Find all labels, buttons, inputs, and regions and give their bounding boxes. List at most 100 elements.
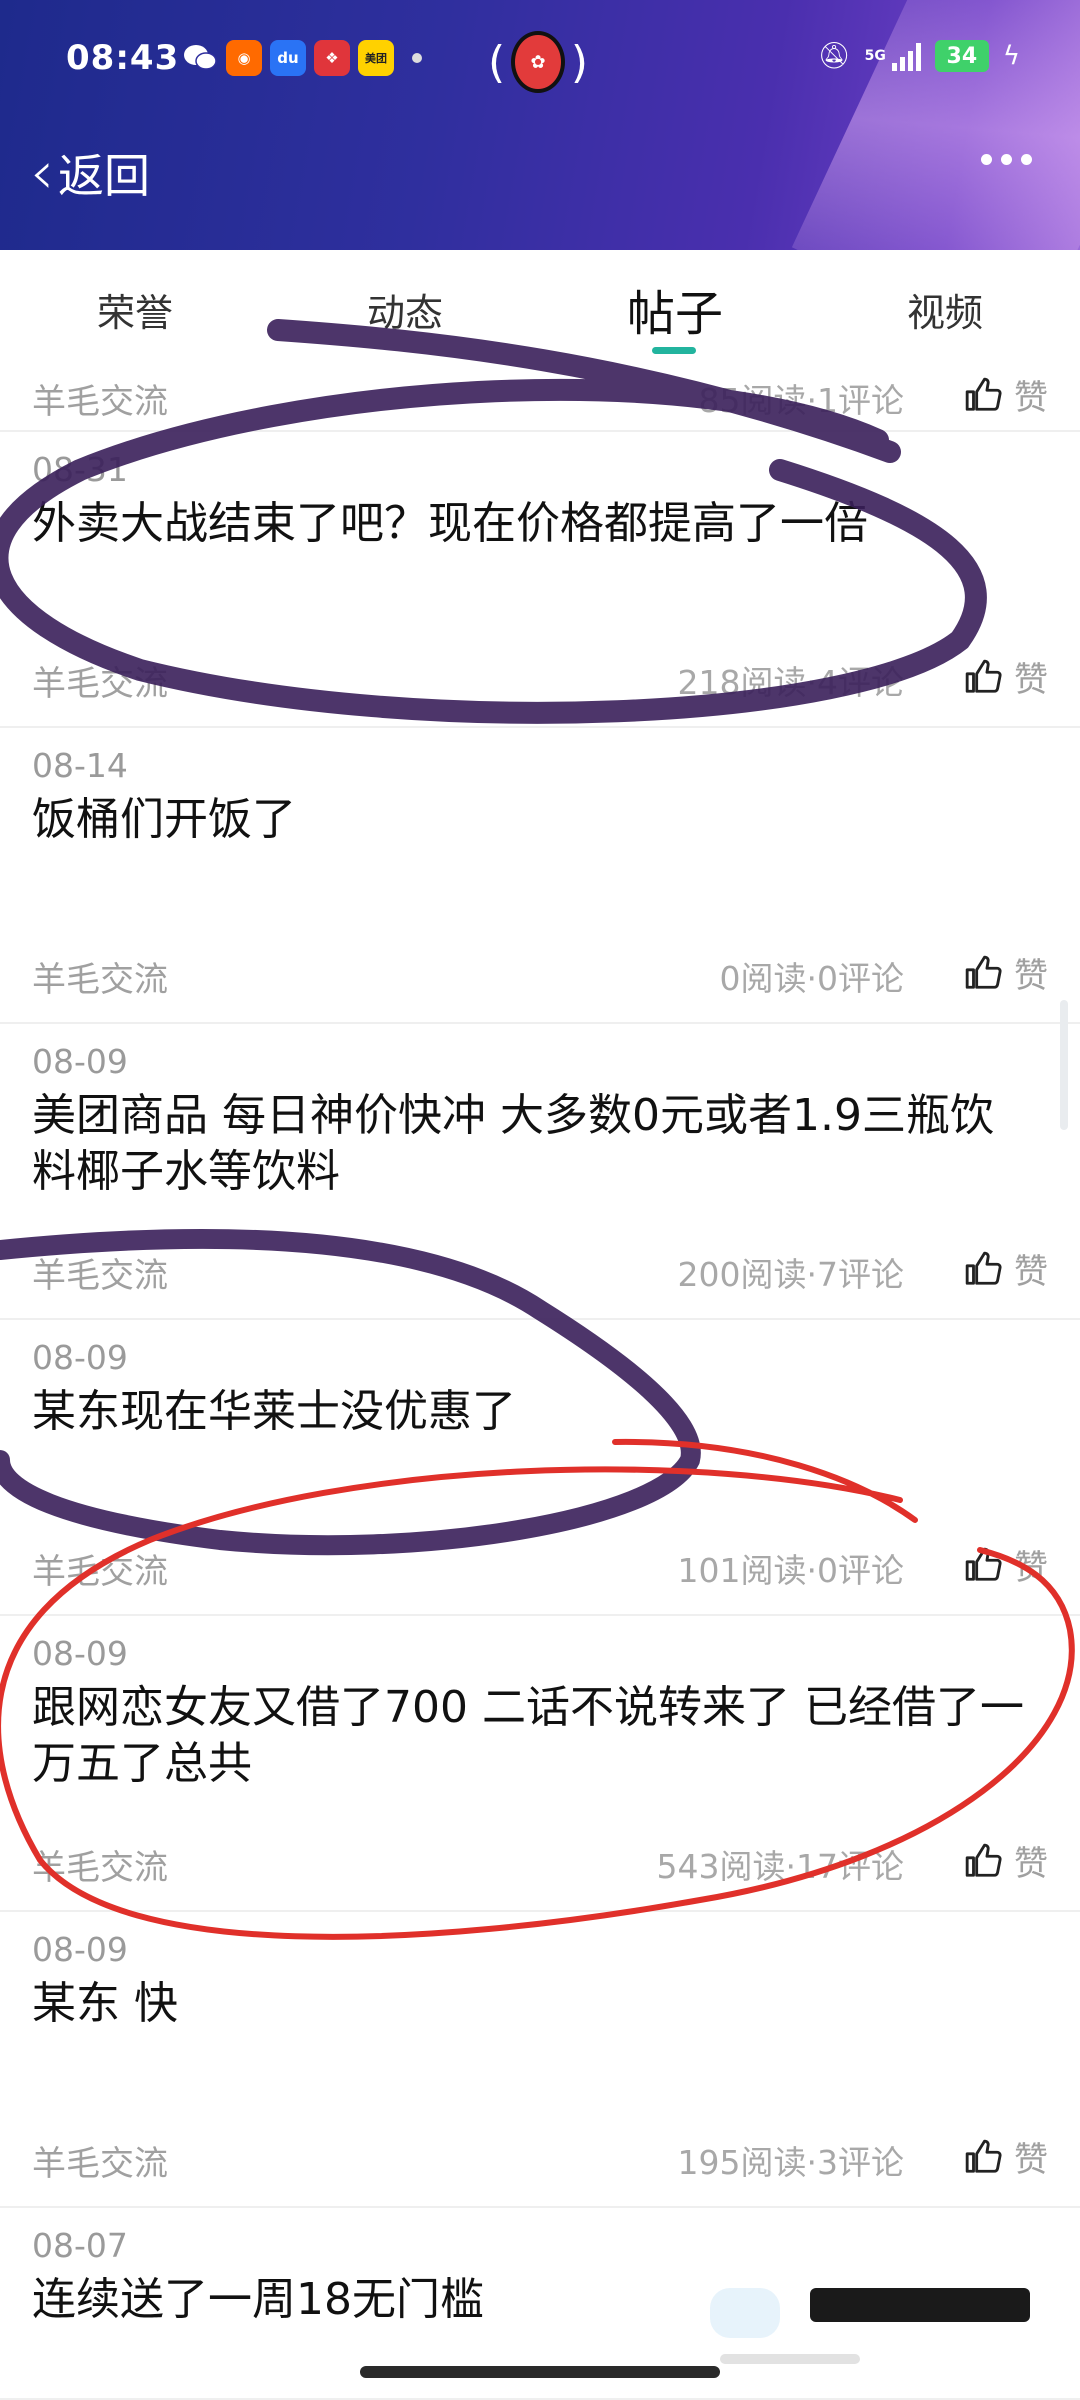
post-date: 08-31 (32, 450, 128, 489)
like-label: 赞 (1014, 2140, 1048, 2180)
list-item[interactable]: 08-14 饭桶们开饭了 羊毛交流 0阅读·0评论 赞 (0, 728, 1080, 1024)
network-label: 5G (864, 48, 886, 64)
post-meta: 羊毛交流 195阅读·3评论 赞 (32, 2132, 1048, 2185)
post-date: 08-09 (32, 1042, 128, 1081)
thumbs-up-icon (965, 955, 1002, 989)
like-label: 赞 (1014, 1844, 1048, 1884)
post-date: 08-09 (32, 1930, 128, 1969)
thumbnail-blur (710, 2288, 780, 2338)
like-label: 赞 (1014, 660, 1048, 700)
mute-icon: 🔕︎ (817, 41, 851, 71)
more-dot (1021, 154, 1032, 165)
post-category[interactable]: 羊毛交流 (32, 1248, 168, 1297)
charging-icon: ϟ (1002, 41, 1020, 71)
thumbs-up-icon (965, 1251, 1002, 1285)
post-title[interactable]: 某东现在华莱士没优惠了 (32, 1384, 1032, 1440)
post-meta: 羊毛交流 85阅读·1评论 赞 (32, 370, 1048, 423)
like-label: 赞 (1014, 1548, 1048, 1588)
thumbs-up-icon (965, 659, 1002, 693)
system-icons: 🔕︎ 5G 34 ϟ (818, 40, 1020, 72)
post-title[interactable]: 某东 快 (32, 1976, 1032, 2032)
post-stats: 543阅读·17评论 (656, 1847, 904, 1886)
more-options-button[interactable] (981, 154, 1032, 165)
thumbs-up-icon (965, 377, 1002, 411)
post-list: 羊毛交流 85阅读·1评论 赞 08-31 外卖大战结束了吧？现在价格都提高了一… (0, 360, 1080, 2400)
list-item[interactable]: 羊毛交流 85阅读·1评论 赞 (0, 360, 1080, 432)
post-category[interactable]: 羊毛交流 (32, 656, 168, 705)
app-header: 08:43 ◉ du ❖ 美团 (✿) 🔕︎ 5G 34 ϟ ‹ 返回 (0, 0, 1080, 250)
more-dot (1001, 154, 1012, 165)
post-stats: 85阅读·1评论 (698, 381, 904, 420)
like-button[interactable]: 赞 (964, 1540, 1048, 1589)
home-indicator[interactable] (360, 2366, 720, 2378)
signal-icon (891, 41, 921, 71)
tab-posts[interactable]: 帖子 (627, 274, 723, 344)
app-avatar-icon: ✿ (511, 31, 565, 93)
post-date: 08-14 (32, 746, 128, 785)
tab-honor[interactable]: 荣誉 (97, 282, 173, 337)
post-category[interactable]: 羊毛交流 (32, 952, 168, 1001)
post-meta: 羊毛交流 543阅读·17评论 赞 (32, 1836, 1048, 1889)
like-button[interactable]: 赞 (964, 652, 1048, 701)
baidu-icon: du (270, 40, 306, 76)
post-meta: 羊毛交流 200阅读·7评论 赞 (32, 1244, 1048, 1297)
thumbnail-caption-blur (720, 2354, 860, 2364)
post-meta: 羊毛交流 101阅读·0评论 赞 (32, 1540, 1048, 1593)
post-date: 08-07 (32, 2226, 128, 2265)
post-category[interactable]: 羊毛交流 (32, 1544, 168, 1593)
post-thumbnail[interactable] (710, 2288, 1040, 2378)
post-stats: 200阅读·7评论 (677, 1255, 904, 1294)
post-stats: 218阅读·4评论 (677, 663, 904, 702)
thumbs-up-icon (965, 1843, 1002, 1877)
like-label: 赞 (1014, 1252, 1048, 1292)
list-item[interactable]: 08-09 某东现在华莱士没优惠了 羊毛交流 101阅读·0评论 赞 (0, 1320, 1080, 1616)
back-label: 返回 (58, 149, 150, 203)
list-item[interactable]: 08-31 外卖大战结束了吧？现在价格都提高了一倍 羊毛交流 218阅读·4评论… (0, 432, 1080, 728)
post-category[interactable]: 羊毛交流 (32, 2136, 168, 2185)
like-label: 赞 (1014, 956, 1048, 996)
post-title[interactable]: 美团商品 每日神价快冲 大多数0元或者1.9三瓶饮料椰子水等饮料 (32, 1088, 1032, 1200)
meituan-icon: 美团 (358, 40, 394, 76)
post-title[interactable]: 外卖大战结束了吧？现在价格都提高了一倍 (32, 496, 1032, 552)
tab-bar: 荣誉 动态 帖子 视频 (0, 250, 1080, 360)
list-item[interactable]: 08-09 跟网恋女友又借了700 二话不说转来了 已经借了一万五了总共 羊毛交… (0, 1616, 1080, 1912)
post-stats: 101阅读·0评论 (677, 1551, 904, 1590)
like-label: 赞 (1014, 378, 1048, 418)
taobao-icon: ◉ (226, 40, 262, 76)
post-stats: 0阅读·0评论 (719, 959, 904, 998)
status-time: 08:43 (66, 38, 180, 78)
thumbs-up-icon (965, 2139, 1002, 2173)
scrollbar[interactable] (1060, 1000, 1068, 1130)
more-dot (981, 154, 992, 165)
post-title[interactable]: 跟网恋女友又借了700 二话不说转来了 已经借了一万五了总共 (32, 1680, 1032, 1792)
more-notifications-dot (412, 53, 422, 63)
like-button[interactable]: 赞 (964, 948, 1048, 997)
pinduoduo-icon: ❖ (314, 40, 350, 76)
post-meta: 羊毛交流 0阅读·0评论 赞 (32, 948, 1048, 1001)
thumbnail-redaction (810, 2288, 1030, 2322)
post-title[interactable]: 饭桶们开饭了 (32, 792, 1032, 848)
chevron-left-icon: ‹ (30, 138, 54, 208)
post-category[interactable]: 羊毛交流 (32, 1840, 168, 1889)
like-button[interactable]: 赞 (964, 1244, 1048, 1293)
thumbs-up-icon (965, 1547, 1002, 1581)
back-button[interactable]: ‹ 返回 (30, 140, 150, 206)
active-tab-indicator (652, 347, 696, 354)
post-category[interactable]: 羊毛交流 (32, 374, 168, 423)
post-meta: 羊毛交流 218阅读·4评论 赞 (32, 652, 1048, 705)
tab-activity[interactable]: 动态 (367, 282, 443, 337)
like-button[interactable]: 赞 (964, 370, 1048, 419)
tab-videos[interactable]: 视频 (907, 282, 983, 337)
floating-app-badge: (✿) (488, 30, 588, 94)
battery-icon: 34 (934, 40, 989, 72)
post-date: 08-09 (32, 1634, 128, 1673)
notification-icons: ◉ du ❖ 美团 (182, 40, 422, 76)
post-date: 08-09 (32, 1338, 128, 1377)
list-item[interactable]: 08-09 美团商品 每日神价快冲 大多数0元或者1.9三瓶饮料椰子水等饮料 羊… (0, 1024, 1080, 1320)
wechat-icon (182, 40, 218, 76)
list-item[interactable]: 08-09 某东 快 羊毛交流 195阅读·3评论 赞 (0, 1912, 1080, 2208)
nav-bar: ‹ 返回 (0, 140, 1080, 220)
like-button[interactable]: 赞 (964, 1836, 1048, 1885)
like-button[interactable]: 赞 (964, 2132, 1048, 2181)
status-bar: 08:43 ◉ du ❖ 美团 (✿) 🔕︎ 5G 34 ϟ (0, 0, 1080, 120)
